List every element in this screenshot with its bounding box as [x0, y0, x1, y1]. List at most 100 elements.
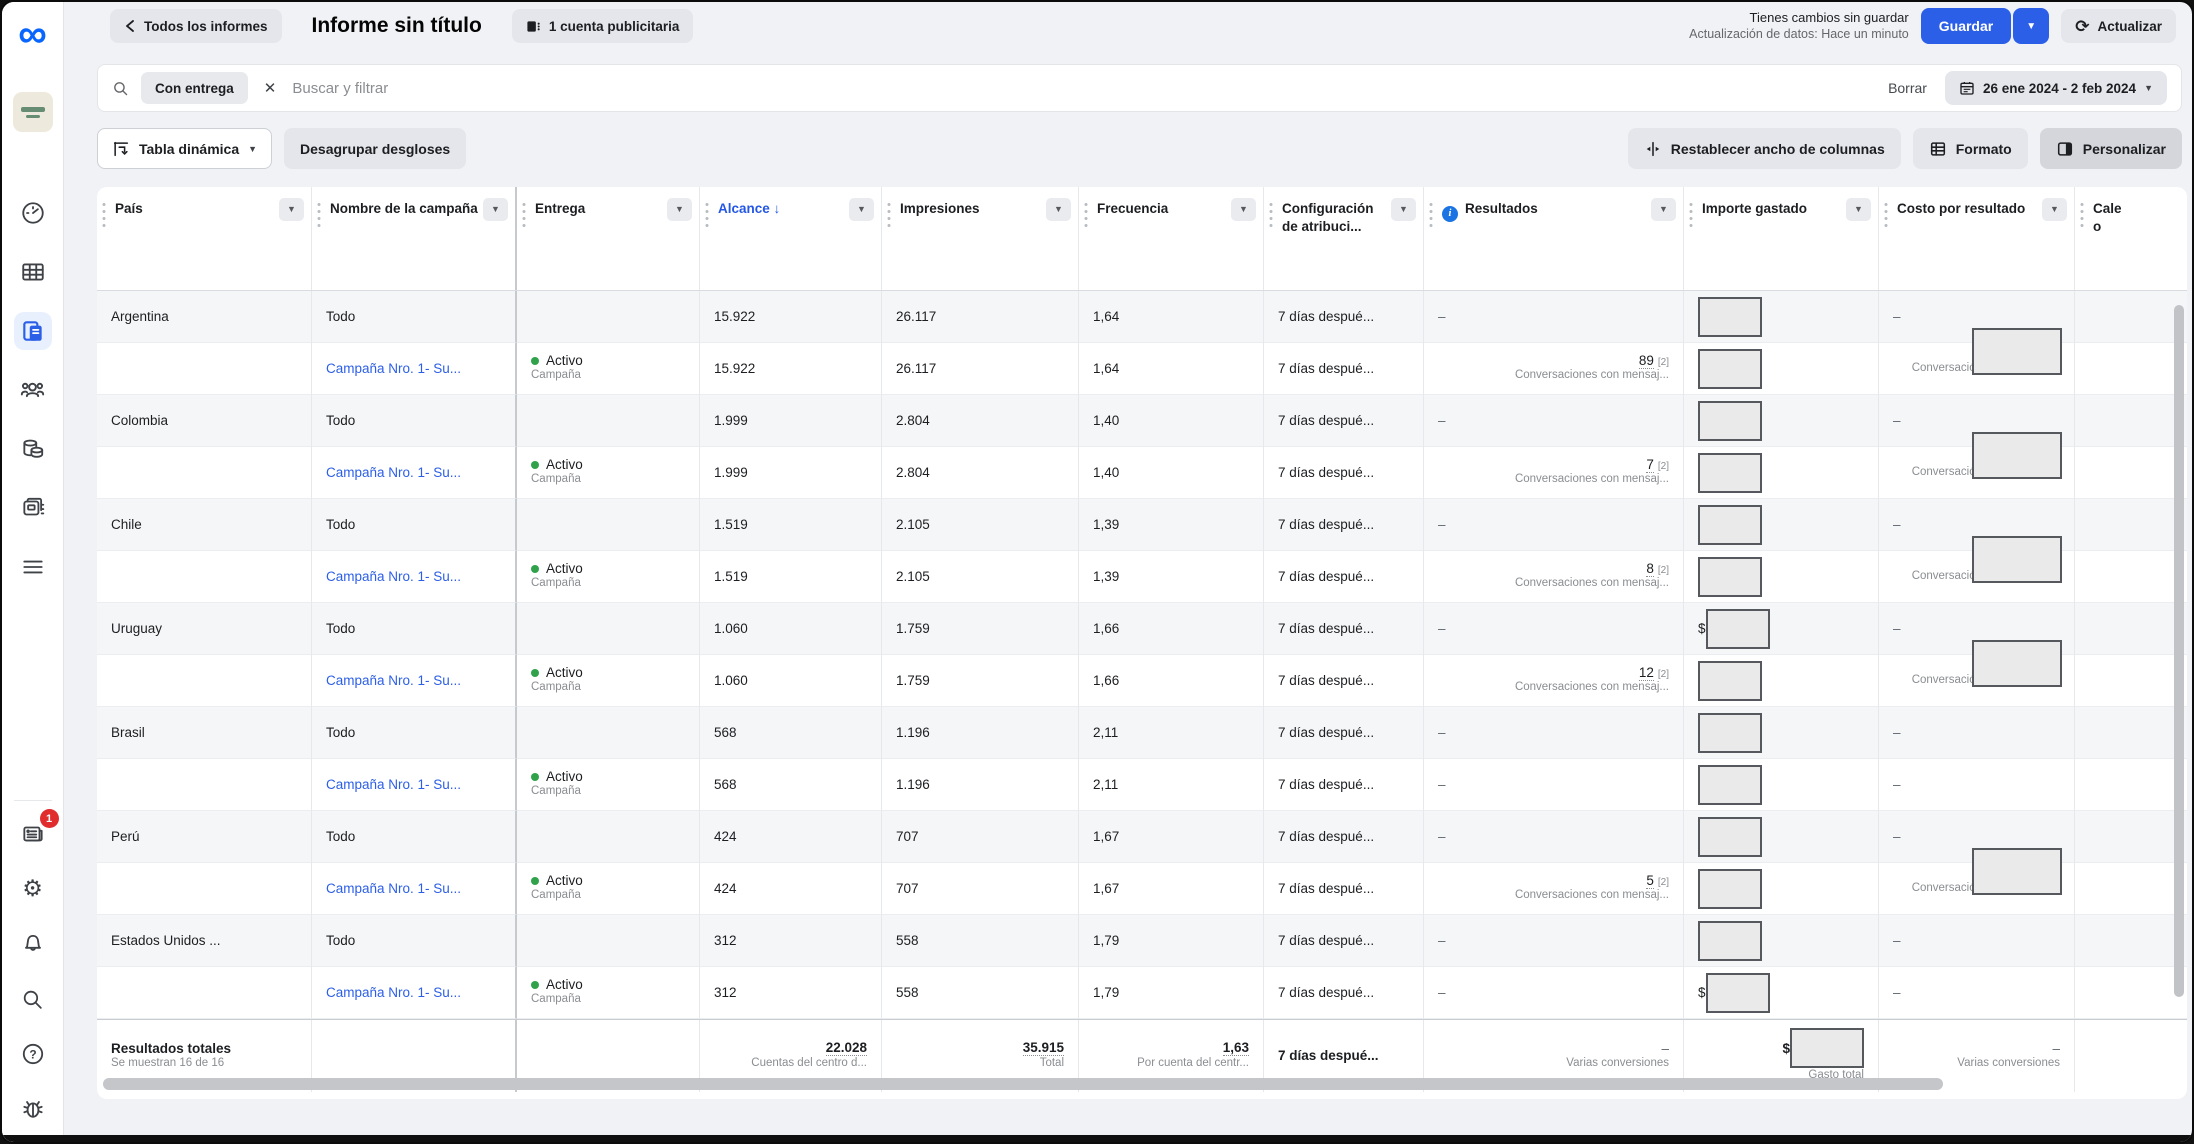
trailing-cell: – — [2075, 499, 2187, 551]
account-badge-label: 1 cuenta publicitaria — [549, 19, 680, 34]
drag-handle-icon[interactable] — [317, 201, 321, 231]
spend-cell: $ — [1684, 967, 1879, 1019]
column-header[interactable]: Nombre de la campaña ↓ ▼ — [312, 187, 517, 290]
sidebar: ∞ — [2, 2, 64, 1142]
drag-handle-icon[interactable] — [522, 201, 526, 231]
trailing-cell: – — [2075, 915, 2187, 967]
campaign-link[interactable]: Campaña Nro. 1- Su... — [326, 569, 501, 584]
format-button[interactable]: Formato — [1913, 128, 2028, 169]
campaign-link[interactable]: Campaña Nro. 1- Su... — [326, 673, 501, 688]
meta-logo-icon[interactable]: ∞ — [18, 12, 47, 56]
column-header[interactable]: Entrega ↓ ▼ — [517, 187, 700, 290]
impressions-cell: 26.117 — [882, 343, 1079, 395]
column-menu-button[interactable]: ▼ — [1231, 198, 1256, 221]
search-icon[interactable] — [14, 980, 52, 1018]
campaign-link[interactable]: Campaña Nro. 1- Su... — [326, 465, 501, 480]
notifications-bell-icon[interactable] — [14, 925, 52, 963]
spend-cell — [1684, 707, 1879, 759]
cpr-cell: Conversación con mensaje... — [1879, 343, 2075, 395]
redacted-value — [1972, 848, 2062, 895]
horizontal-scrollbar-thumb[interactable] — [103, 1078, 1943, 1090]
column-menu-button[interactable]: ▼ — [2042, 198, 2067, 221]
remove-filter-icon[interactable]: ✕ — [260, 79, 281, 97]
column-menu-button[interactable]: ▼ — [1046, 198, 1071, 221]
column-header[interactable]: País ↓ ▼ — [97, 187, 312, 290]
trailing-cell: – — [2075, 447, 2187, 499]
search-input[interactable]: Buscar y filtrar — [292, 80, 1876, 97]
results-cell: – — [1424, 707, 1684, 759]
filter-chip-delivery[interactable]: Con entrega — [141, 72, 248, 104]
reports-icon[interactable] — [14, 312, 52, 350]
attribution-cell: 7 días despué... — [1264, 603, 1424, 655]
column-menu-button[interactable]: ▼ — [1391, 198, 1416, 221]
column-header[interactable]: Costo por resultado ↓ ▼ — [1879, 187, 2075, 290]
refresh-button[interactable]: ⟳ Actualizar — [2061, 9, 2176, 43]
country-cell: Brasil — [97, 707, 312, 759]
bug-icon[interactable] — [14, 1090, 52, 1128]
delivery-cell — [517, 915, 700, 967]
drag-handle-icon[interactable] — [2080, 201, 2084, 231]
drag-handle-icon[interactable] — [1269, 201, 1273, 231]
account-badge[interactable]: 1 cuenta publicitaria — [512, 9, 694, 43]
drag-handle-icon[interactable] — [1884, 201, 1888, 231]
reset-column-width-button[interactable]: Restablecer ancho de columnas — [1628, 128, 1901, 169]
column-header[interactable]: Importe gastado ↓ ▼ — [1684, 187, 1879, 290]
drag-handle-icon[interactable] — [1689, 201, 1693, 231]
results-cell: – — [1424, 603, 1684, 655]
campaign-link[interactable]: Campaña Nro. 1- Su... — [326, 985, 501, 1000]
column-header[interactable]: Configuración de atribuci... ↓ ▼ — [1264, 187, 1424, 290]
info-icon[interactable]: i — [1442, 206, 1458, 222]
table-row: Campaña Nro. 1- Su... Activo Campaña 1.0… — [97, 655, 2187, 707]
ads-icon[interactable] — [14, 489, 52, 527]
column-menu-button[interactable]: ▼ — [1651, 198, 1676, 221]
campaign-link[interactable]: Campaña Nro. 1- Su... — [326, 777, 501, 792]
customize-button[interactable]: Personalizar — [2040, 128, 2182, 169]
results-cell: – — [1424, 811, 1684, 863]
vertical-scrollbar-thumb[interactable] — [2174, 305, 2184, 997]
pivot-table-button[interactable]: Tabla dinámica ▼ — [97, 128, 272, 169]
campaign-link[interactable]: Campaña Nro. 1- Su... — [326, 881, 501, 896]
back-button[interactable]: Todos los informes — [110, 9, 282, 43]
column-menu-button[interactable]: ▼ — [279, 198, 304, 221]
frequency-cell: 1,79 — [1079, 915, 1264, 967]
column-header[interactable]: Alcance ↓ ▼ — [700, 187, 882, 290]
frequency-cell: 1,64 — [1079, 291, 1264, 343]
column-menu-button[interactable]: ▼ — [483, 198, 508, 221]
menu-icon[interactable] — [14, 548, 52, 586]
frequency-cell: 1,79 — [1079, 967, 1264, 1019]
ungroup-breakdowns-button[interactable]: Desagrupar desgloses — [284, 128, 466, 169]
help-icon[interactable]: ? — [14, 1035, 52, 1073]
settings-gear-icon[interactable]: ⚙ — [14, 870, 52, 908]
news-icon[interactable]: 1 — [14, 815, 52, 853]
audiences-icon[interactable] — [14, 371, 52, 409]
billing-icon[interactable] — [14, 430, 52, 468]
drag-handle-icon[interactable] — [887, 201, 891, 231]
save-button[interactable]: Guardar — [1921, 8, 2011, 44]
chevron-down-icon: ▼ — [2144, 83, 2153, 93]
column-header[interactable]: iResultados ↓ ▼ — [1424, 187, 1684, 290]
column-menu-button[interactable]: ▼ — [1846, 198, 1871, 221]
delivery-cell: Activo Campaña — [517, 343, 700, 395]
business-avatar[interactable] — [13, 92, 53, 132]
column-menu-button[interactable]: ▼ — [667, 198, 692, 221]
column-header[interactable]: Cale ↓ o — [2075, 187, 2187, 290]
campaign-link[interactable]: Campaña Nro. 1- Su... — [326, 361, 501, 376]
dashboard-gauge-icon[interactable] — [14, 194, 52, 232]
column-header[interactable]: Frecuencia ↓ ▼ — [1079, 187, 1264, 290]
campaign-name-cell: Campaña Nro. 1- Su... — [312, 551, 517, 603]
campaign-name-cell: Todo — [312, 395, 517, 447]
column-menu-button[interactable]: ▼ — [849, 198, 874, 221]
date-range-picker[interactable]: 26 ene 2024 - 2 feb 2024 ▼ — [1945, 71, 2167, 105]
drag-handle-icon[interactable] — [1084, 201, 1088, 231]
save-options-button[interactable]: ▼ — [2013, 8, 2049, 44]
horizontal-scrollbar[interactable] — [97, 1078, 2187, 1091]
drag-handle-icon[interactable] — [1429, 201, 1433, 231]
column-header[interactable]: Impresiones ↓ ▼ — [882, 187, 1079, 290]
drag-handle-icon[interactable] — [705, 201, 709, 231]
clear-button[interactable]: Borrar — [1888, 80, 1927, 96]
campaign-name-cell: Campaña Nro. 1- Su... — [312, 967, 517, 1019]
drag-handle-icon[interactable] — [102, 201, 106, 231]
filter-bar: Con entrega ✕ Buscar y filtrar Borrar 26… — [97, 64, 2182, 112]
frequency-cell: 1,40 — [1079, 447, 1264, 499]
campaigns-table-icon[interactable] — [14, 253, 52, 291]
